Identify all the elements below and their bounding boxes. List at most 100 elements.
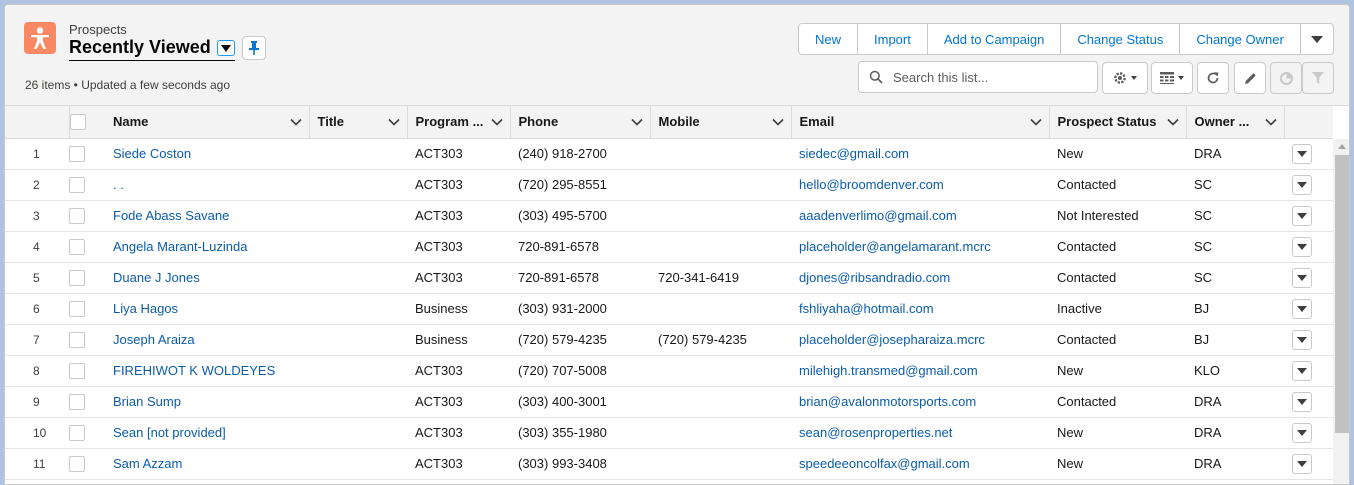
row-actions-button[interactable] [1292, 298, 1312, 319]
row-actions-button[interactable] [1292, 422, 1312, 443]
table-row[interactable]: 6 Liya Hagos Business (303) 931-2000 fshliya… [5, 293, 1333, 325]
filter-button[interactable] [1302, 62, 1334, 94]
name-cell: Sean [not provided] [105, 417, 309, 449]
table-row[interactable]: 9 Brian Sump ACT303 (303) 400-3001 brian@ava… [5, 386, 1333, 418]
prospect-name-link[interactable]: Angela Marant-Luzinda [113, 239, 247, 254]
select-all-checkbox[interactable] [69, 114, 86, 131]
table-row[interactable]: 5 Duane J Jones ACT303 720-891-6578 720-341-… [5, 262, 1333, 294]
column-header-name[interactable]: Name [105, 106, 310, 139]
pin-button[interactable] [242, 36, 266, 60]
row-checkbox[interactable] [69, 176, 85, 193]
column-header-owner[interactable]: Owner ... [1186, 106, 1285, 139]
chevron-down-icon[interactable] [216, 39, 235, 56]
row-actions-button[interactable] [1292, 360, 1312, 381]
search-box[interactable] [858, 61, 1098, 93]
refresh-icon [1207, 72, 1219, 84]
list-settings-button[interactable] [1102, 62, 1148, 94]
row-checkbox[interactable] [69, 238, 85, 255]
table-row[interactable]: 4 Angela Marant-Luzinda ACT303 720-891-6578… [5, 231, 1333, 263]
row-actions-button[interactable] [1292, 236, 1312, 257]
column-header-email[interactable]: Email [791, 106, 1050, 139]
prospect-name-link[interactable]: Sean [not provided] [113, 425, 226, 440]
email-link[interactable]: placeholder@josepharaiza.mcrc [799, 332, 985, 347]
row-checkbox[interactable] [69, 207, 85, 224]
email-link[interactable]: siedec@gmail.com [799, 146, 909, 161]
row-checkbox[interactable] [69, 300, 85, 317]
add-to-campaign-button[interactable]: Add to Campaign [928, 24, 1062, 54]
row-checkbox[interactable] [69, 269, 85, 286]
import-button[interactable]: Import [858, 24, 928, 54]
list-view-selector[interactable]: Recently Viewed [69, 37, 235, 61]
table-row[interactable]: 2 . . ACT303 (720) 295-8551 hello@broomdenve… [5, 169, 1333, 201]
table-row[interactable]: 11 Sam Azzam ACT303 (303) 993-3408 speedeeon… [5, 448, 1333, 480]
search-input[interactable] [891, 68, 1081, 86]
more-actions-button[interactable] [1301, 24, 1333, 54]
program-cell: ACT303 [407, 169, 510, 201]
row-actions-button[interactable] [1292, 453, 1312, 474]
column-header-prospect-status[interactable]: Prospect Status [1049, 106, 1187, 139]
prospect-name-link[interactable]: Siede Coston [113, 146, 191, 161]
table-row[interactable]: 1 Siede Coston ACT303 (240) 918-2700 siedec@… [5, 138, 1333, 170]
row-checkbox[interactable] [69, 362, 85, 379]
change-owner-button[interactable]: Change Owner [1180, 24, 1301, 54]
row-actions-button[interactable] [1292, 391, 1312, 412]
column-header-title[interactable]: Title [309, 106, 408, 139]
table-row[interactable]: 8 FIREHIWOT K WOLDEYES ACT303 (720) 707-500… [5, 355, 1333, 387]
row-actions-button[interactable] [1292, 205, 1312, 226]
table-row[interactable]: 7 Joseph Araiza Business (720) 579-4235 (720… [5, 324, 1333, 356]
email-link[interactable]: milehigh.transmed@gmail.com [799, 363, 978, 378]
row-checkbox[interactable] [69, 393, 85, 410]
table-row[interactable]: 3 Fode Abass Savane ACT303 (303) 495-5700 aa… [5, 200, 1333, 232]
email-link[interactable]: fshliyaha@hotmail.com [799, 301, 934, 316]
email-link[interactable]: speedeeoncolfax@gmail.com [799, 456, 970, 471]
prospect-name-link[interactable]: Joseph Araiza [113, 332, 195, 347]
prospect-name-link[interactable]: Sam Azzam [113, 456, 182, 471]
chevron-down-icon[interactable] [490, 115, 504, 129]
prospect-name-link[interactable]: Liya Hagos [113, 301, 178, 316]
chevron-down-icon[interactable] [1166, 115, 1180, 129]
row-checkbox[interactable] [69, 331, 85, 348]
scroll-up-arrow-icon[interactable] [1338, 144, 1346, 149]
mobile-cell: (720) 579-4235 [650, 324, 791, 356]
change-status-button[interactable]: Change Status [1061, 24, 1181, 54]
email-cell: hello@broomdenver.com [791, 169, 1049, 201]
prospect-name-link[interactable]: Duane J Jones [113, 270, 200, 285]
edit-list-button[interactable] [1234, 62, 1266, 94]
refresh-button[interactable] [1197, 62, 1229, 94]
chevron-down-icon[interactable] [1264, 115, 1278, 129]
chevron-down-icon[interactable] [387, 115, 401, 129]
display-as-button[interactable] [1151, 62, 1193, 94]
column-header-phone[interactable]: Phone [510, 106, 651, 139]
owner-cell: SC [1186, 200, 1284, 232]
row-actions-button[interactable] [1292, 267, 1312, 288]
email-link[interactable]: placeholder@angelamarant.mcrc [799, 239, 991, 254]
row-checkbox[interactable] [69, 455, 85, 472]
chevron-down-icon[interactable] [1029, 115, 1043, 129]
prospect-name-link[interactable]: FIREHIWOT K WOLDEYES [113, 363, 275, 378]
phone-cell: (303) 931-2000 [510, 293, 650, 325]
scrollbar-thumb[interactable] [1335, 155, 1349, 433]
chevron-down-icon[interactable] [771, 115, 785, 129]
row-select-cell [69, 293, 105, 325]
charts-button[interactable] [1270, 62, 1302, 94]
chevron-down-icon[interactable] [630, 115, 644, 129]
email-link[interactable]: sean@rosenproperties.net [799, 425, 952, 440]
vertical-scrollbar[interactable] [1333, 139, 1349, 484]
email-link[interactable]: djones@ribsandradio.com [799, 270, 950, 285]
row-actions-button[interactable] [1292, 329, 1312, 350]
prospect-name-link[interactable]: Brian Sump [113, 394, 181, 409]
row-actions-button[interactable] [1292, 143, 1312, 164]
new-button[interactable]: New [799, 24, 859, 54]
chevron-down-icon[interactable] [289, 115, 303, 129]
table-row[interactable]: 10 Sean [not provided] ACT303 (303) 355-198… [5, 417, 1333, 449]
email-link[interactable]: hello@broomdenver.com [799, 177, 944, 192]
email-link[interactable]: aaadenverlimo@gmail.com [799, 208, 957, 223]
column-header-program[interactable]: Program ... [407, 106, 511, 139]
prospect-name-link[interactable]: Fode Abass Savane [113, 208, 229, 223]
prospect-name-link[interactable]: . . [113, 177, 124, 192]
row-checkbox[interactable] [69, 145, 85, 162]
row-checkbox[interactable] [69, 424, 85, 441]
row-actions-button[interactable] [1292, 174, 1312, 195]
email-link[interactable]: brian@avalonmotorsports.com [799, 394, 976, 409]
column-header-mobile[interactable]: Mobile [650, 106, 792, 139]
